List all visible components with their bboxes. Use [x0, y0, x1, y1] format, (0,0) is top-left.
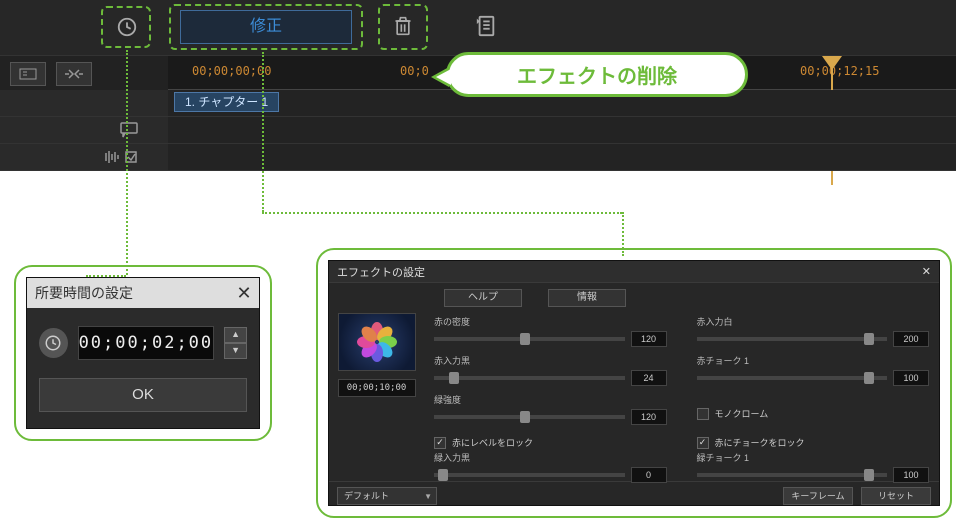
slider[interactable] — [434, 415, 625, 419]
param-red-density: 赤の密度 120 — [434, 315, 667, 347]
audio-track-icon — [104, 149, 138, 165]
spinner: ▲ ▼ — [224, 327, 247, 359]
ruler-timecode: 00;00;00;00 — [192, 64, 271, 78]
param-green-input-black: 緑入力黒 0 — [434, 451, 667, 483]
callout-bubble: エフェクトの削除 — [446, 52, 748, 97]
slider[interactable] — [434, 376, 625, 380]
tool-thumbnail-icon[interactable] — [10, 62, 46, 86]
slider-value[interactable]: 24 — [631, 370, 667, 386]
connector — [262, 52, 264, 212]
slider-value[interactable]: 0 — [631, 467, 667, 483]
param-label: 緑強度 — [434, 393, 667, 406]
ruler-tools — [0, 56, 168, 91]
track-row[interactable] — [0, 144, 956, 171]
dialog-titlebar: 所要時間の設定 ✕ — [27, 278, 259, 308]
slider[interactable] — [434, 337, 625, 341]
trash-icon[interactable] — [393, 14, 415, 40]
param-red-choke1: 赤チョーク 1 100 — [697, 354, 930, 386]
keyframe-button[interactable]: キーフレーム — [783, 487, 853, 505]
dialog-title: 所要時間の設定 — [35, 283, 133, 303]
slider[interactable] — [697, 376, 888, 380]
preview-timecode[interactable]: 00;00;10;00 — [338, 379, 416, 397]
slider[interactable] — [697, 337, 888, 341]
checkbox-lock-red-choke[interactable]: ✓ 赤にチョークをロック — [697, 436, 930, 449]
reset-button[interactable]: リセット — [861, 487, 931, 505]
param-label: 緑入力黒 — [434, 451, 667, 464]
history-icon[interactable] — [115, 15, 139, 39]
checkbox-lock-red-level[interactable]: ✓ 赤にレベルをロック — [434, 436, 667, 449]
track-row[interactable] — [0, 117, 956, 144]
param-red-input-white: 赤入力白 200 — [697, 315, 930, 347]
param-label: 赤入力白 — [697, 315, 930, 328]
slider[interactable] — [434, 473, 625, 477]
track-header — [0, 90, 168, 116]
ruler-timecode: 00;0 — [400, 64, 429, 78]
slider-value[interactable]: 100 — [893, 370, 929, 386]
toolbar: 修正 — [0, 0, 956, 55]
comment-icon — [120, 122, 138, 138]
checkbox-icon: ✓ — [697, 437, 709, 449]
tab-info[interactable]: 情報 — [548, 289, 626, 307]
effect-preview — [338, 313, 416, 371]
param-label: 赤チョーク 1 — [697, 354, 930, 367]
spin-up-button[interactable]: ▲ — [224, 327, 247, 343]
checkbox-monochrome[interactable]: モノクローム — [697, 397, 930, 430]
param-red-input-black: 赤入力黒 24 — [434, 354, 667, 386]
param-label: 赤入力黒 — [434, 354, 667, 367]
close-button[interactable]: ✕ — [922, 265, 931, 278]
checkbox-label: 赤にレベルをロック — [452, 436, 533, 449]
ok-button[interactable]: OK — [39, 378, 247, 412]
dialog-titlebar: エフェクトの設定 ✕ — [329, 261, 939, 283]
tool-snap-icon[interactable] — [56, 62, 92, 86]
dialog-title: エフェクトの設定 — [337, 264, 425, 280]
param-green-intensity: 緑強度 120 — [434, 393, 667, 425]
effect-settings-dialog: エフェクトの設定 ✕ 00;00;10;00 — [316, 248, 952, 518]
flower-icon — [357, 322, 397, 362]
slider[interactable] — [697, 473, 888, 477]
timecode-input[interactable]: 00;00;02;00 — [78, 326, 215, 360]
checkbox-label: 赤にチョークをロック — [715, 436, 805, 449]
param-green-choke1: 緑チョーク 1 100 — [697, 451, 930, 483]
slider-value[interactable]: 200 — [893, 331, 929, 347]
param-label: 赤の密度 — [434, 315, 667, 328]
correct-button[interactable]: 修正 — [180, 10, 352, 44]
notes-icon[interactable] — [475, 14, 497, 38]
spin-down-button[interactable]: ▼ — [224, 343, 247, 359]
checkbox-icon — [697, 408, 709, 420]
close-button[interactable]: ✕ — [229, 283, 259, 304]
slider-value[interactable]: 120 — [631, 409, 667, 425]
checkbox-icon: ✓ — [434, 437, 446, 449]
param-label: 緑チョーク 1 — [697, 451, 930, 464]
track-header — [0, 144, 168, 170]
tab-help[interactable]: ヘルプ — [444, 289, 522, 307]
connector — [262, 212, 622, 214]
connector — [126, 50, 128, 275]
preset-dropdown[interactable]: デフォルト — [337, 487, 437, 505]
checkbox-label: モノクローム — [715, 407, 769, 420]
track-header — [0, 117, 168, 143]
slider-value[interactable]: 100 — [893, 467, 929, 483]
slider-value[interactable]: 120 — [631, 331, 667, 347]
clock-icon — [39, 328, 68, 358]
duration-dialog: 所要時間の設定 ✕ 00;00;02;00 ▲ ▼ OK — [14, 265, 272, 441]
